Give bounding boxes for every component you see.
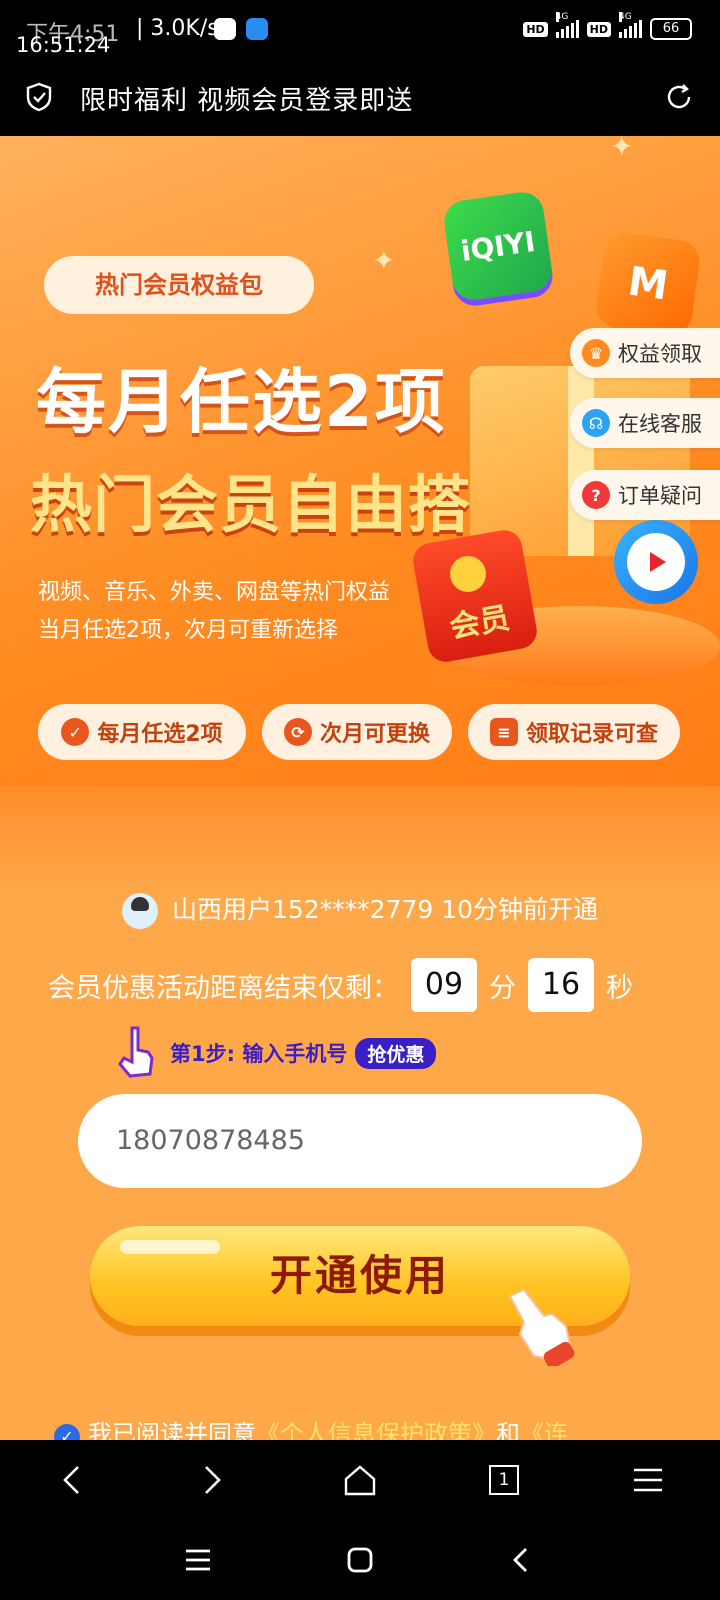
clipboard-icon: ≡	[489, 718, 518, 746]
status-icons: HD 4G HD 4G 66	[523, 12, 692, 40]
forward-icon[interactable]	[192, 1460, 232, 1500]
system-nav-bar	[0, 1520, 720, 1600]
home-icon[interactable]	[340, 1460, 380, 1500]
service-agreement-link[interactable]: 《连	[520, 1420, 568, 1440]
red-packet-illustration: 会员	[410, 527, 540, 665]
step-label: 第1步: 输入手机号	[170, 1042, 348, 1066]
check-circle-icon: ✓	[61, 718, 90, 746]
status-time: 16:51:24	[16, 33, 111, 57]
online-service-button[interactable]: ☊ 在线客服	[570, 398, 720, 448]
network-speed: | 3.0K/s	[136, 16, 219, 41]
feature-records: ≡ 领取记录可查	[468, 704, 680, 760]
order-question-button[interactable]: ? 订单疑问	[570, 470, 720, 520]
pointing-hand-icon	[118, 1026, 154, 1078]
recent-apps-icon[interactable]	[178, 1540, 218, 1580]
button-shine	[120, 1240, 220, 1254]
banner-description: 视频、音乐、外卖、网盘等热门权益	[38, 580, 391, 605]
banner-subheadline: 热门会员自由搭配	[30, 468, 535, 541]
step-badge: 抢优惠	[355, 1037, 437, 1069]
home-button-icon[interactable]	[340, 1540, 380, 1580]
hd-icon: HD	[586, 21, 611, 37]
hd-icon: HD	[523, 21, 548, 37]
iqiyi-logo: iQIYI	[441, 189, 555, 303]
back-button-icon[interactable]	[500, 1540, 540, 1580]
agreement-checkbox[interactable]: ✓	[54, 1424, 80, 1440]
countdown-timer: 会员优惠活动距离结束仅剩： 09 分 16 秒	[48, 958, 633, 1012]
coin-icon	[450, 556, 486, 592]
signal-icon: 4G	[619, 12, 642, 38]
banner-fade	[0, 786, 720, 896]
browser-title-bar: 限时福利 视频会员登录即送	[0, 60, 720, 136]
countdown-minutes: 09	[411, 958, 477, 1012]
menu-icon[interactable]	[628, 1460, 668, 1500]
refresh-icon[interactable]	[664, 82, 694, 112]
sparkle-icon: ✦	[372, 244, 396, 277]
mgtv-logo: M	[593, 229, 703, 339]
tapping-hand-icon	[508, 1288, 575, 1366]
tab-count: 1	[489, 1465, 519, 1495]
swap-icon: ⟳	[283, 718, 312, 746]
crown-icon: ♛	[582, 339, 610, 367]
gift-ribbon	[568, 366, 594, 556]
banner-headline: 每月任选2项	[36, 361, 447, 443]
banner-tag: 热门会员权益包	[44, 256, 314, 314]
web-content: ✦ ✦ 热门会员权益包 每月任选2项 热门会员自由搭配 视频、音乐、外卖、网盘等…	[0, 136, 720, 1440]
phone-number-input[interactable]	[78, 1094, 642, 1188]
feature-monthly-pick: ✓ 每月任选2项	[38, 704, 246, 760]
youku-logo	[614, 520, 698, 604]
headset-icon: ☊	[582, 409, 610, 437]
step-instruction: 第1步: 输入手机号 抢优惠	[114, 1024, 437, 1082]
notification-app-icon	[214, 18, 236, 40]
question-icon: ?	[582, 481, 610, 509]
notification-app-icon	[246, 18, 268, 40]
shield-check-icon[interactable]	[26, 82, 52, 112]
agreement-line: ✓ 我已阅读并同意《个人信息保护政策》和《连	[54, 1414, 568, 1440]
countdown-seconds: 16	[528, 958, 594, 1012]
browser-toolbar: 1	[0, 1440, 720, 1520]
banner-description: 当月任选2项，次月可重新选择	[38, 618, 338, 643]
status-bar: 下午4:51 16:51:24 | 3.0K/s HD 4G HD 4G 66	[0, 0, 720, 60]
recent-purchase-notice: 山西用户152****2779 10分钟前开通	[0, 890, 720, 929]
signal-icon: 4G	[555, 12, 579, 38]
battery-icon: 66	[650, 18, 692, 40]
privacy-policy-link[interactable]: 《个人信息保护政策》	[256, 1420, 496, 1440]
back-icon[interactable]	[52, 1460, 92, 1500]
play-icon	[650, 552, 666, 572]
sparkle-icon: ✦	[610, 136, 634, 163]
feature-switchable: ⟳ 次月可更换	[262, 704, 452, 760]
claim-benefits-button[interactable]: ♛ 权益领取	[570, 328, 720, 378]
page-title: 限时福利 视频会员登录即送	[80, 86, 414, 116]
tabs-button[interactable]: 1	[484, 1460, 524, 1500]
avatar	[121, 893, 158, 929]
